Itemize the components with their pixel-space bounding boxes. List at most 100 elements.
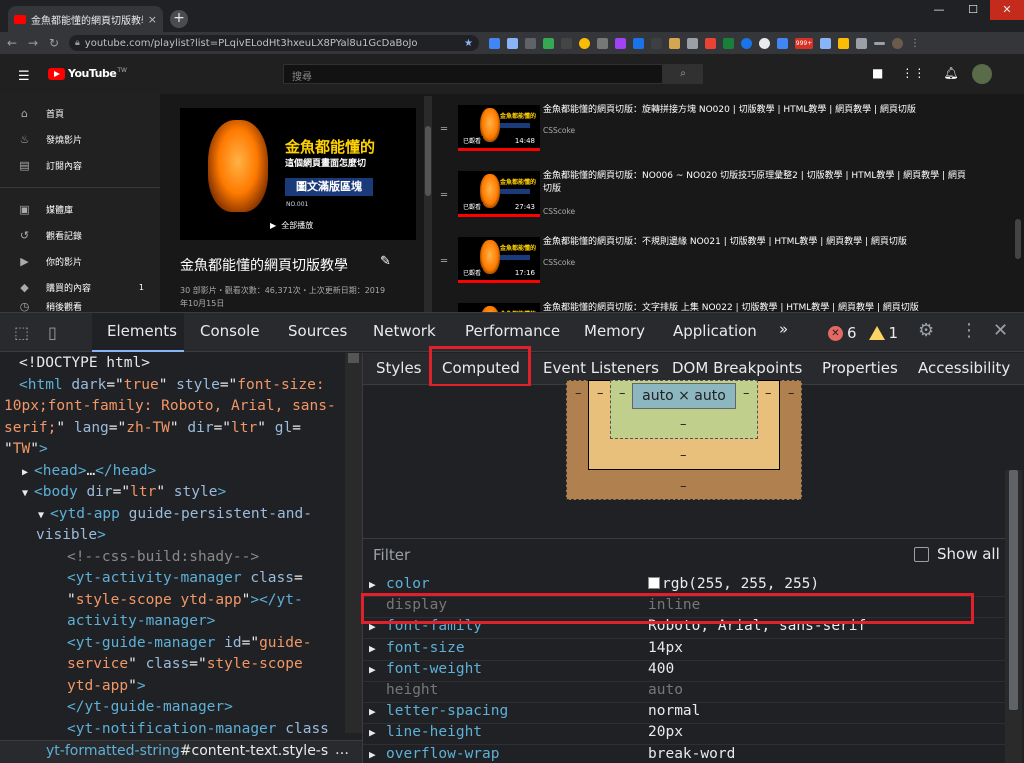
extension-icon[interactable]	[741, 37, 752, 49]
play-all-button[interactable]: ▶ 全部播放	[270, 220, 313, 231]
bookmark-star-icon[interactable]: ★	[464, 38, 473, 49]
expand-arrow-icon[interactable]: ▶	[369, 705, 376, 718]
computed-property-row[interactable]: ▶ letter-spacing normal	[363, 703, 1012, 725]
tab-console[interactable]: Console	[200, 322, 260, 340]
close-devtools-icon[interactable]: ✕	[993, 320, 1008, 341]
tab-performance[interactable]: Performance	[465, 322, 560, 340]
notifications-bell-icon[interactable]: 🔔︎	[943, 66, 958, 80]
guide-item-home[interactable]: ⌂ 首頁	[0, 100, 160, 126]
forward-icon[interactable]: →	[24, 36, 42, 50]
video-title[interactable]: 金魚都能懂的網頁切版：不規則邊緣 NO021 | 切版教學 | HTML教學 |…	[543, 236, 968, 249]
dom-node[interactable]: <html dark="true" style="font-size:	[19, 375, 325, 397]
subtab-properties[interactable]: Properties	[822, 359, 898, 377]
dom-node[interactable]: ▶ <head>…</head>	[22, 461, 156, 484]
subtab-accessibility[interactable]: Accessibility	[918, 359, 1010, 377]
filter-input[interactable]: Filter	[373, 546, 410, 564]
padding-right-value[interactable]: –	[743, 386, 750, 401]
more-tabs-icon[interactable]: »	[779, 320, 788, 338]
breadcrumb-tag[interactable]: yt-formatted-string	[46, 743, 180, 759]
maximize-button[interactable]: ☐	[956, 0, 990, 20]
dom-node[interactable]: <!--css-build:shady-->	[67, 547, 259, 569]
guide-item-purchases[interactable]: ◆ 購買的內容 1	[0, 274, 160, 300]
apps-grid-icon[interactable]: ⋮⋮	[901, 66, 925, 80]
channel-name[interactable]: CSScoke	[543, 207, 575, 216]
dom-node[interactable]: ▼ <ytd-app guide-persistent-and-	[38, 504, 312, 527]
more-options-icon[interactable]: ⋮	[960, 320, 978, 341]
computed-property-row[interactable]: ▶ line-height 20px	[363, 724, 1012, 746]
profile-avatar[interactable]	[892, 37, 903, 49]
edit-pencil-icon[interactable]: ✎	[380, 254, 391, 269]
video-thumbnail[interactable]: 金魚都能懂的 已觀看 27:43	[458, 171, 540, 217]
drag-handle-icon[interactable]: ═	[441, 124, 447, 135]
page-scrollbar[interactable]	[1012, 94, 1024, 312]
extension-icon[interactable]	[507, 37, 518, 49]
search-button[interactable]: ⌕	[663, 64, 703, 84]
breadcrumb-more-icon[interactable]: …	[335, 742, 349, 758]
drag-handle-icon[interactable]: ═	[441, 256, 447, 267]
guide-item-trending[interactable]: ♨ 發燒影片	[0, 126, 160, 152]
margin-bottom-value[interactable]: –	[680, 479, 687, 494]
video-thumbnail[interactable]: 金魚都能懂的 已觀看 14:48	[458, 105, 540, 151]
extension-icon[interactable]	[838, 37, 849, 49]
dom-node[interactable]: <yt-activity-manager class=	[67, 568, 303, 590]
extension-icon[interactable]	[777, 37, 788, 49]
elements-scrollbar[interactable]	[345, 353, 362, 733]
extension-icon[interactable]	[651, 37, 662, 49]
expand-arrow-icon[interactable]: ▶	[369, 642, 376, 655]
subtab-styles[interactable]: Styles	[376, 359, 422, 377]
video-title[interactable]: 金魚都能懂的網頁切版：NO006 ~ NO020 切版技巧原理彙整2 | 切版教…	[543, 170, 968, 196]
guide-item-subscriptions[interactable]: ▤ 訂閱內容	[0, 152, 160, 178]
address-bar[interactable]: 🔒︎ youtube.com/playlist?list=PLqivELodHt…	[69, 35, 479, 51]
account-avatar[interactable]	[972, 64, 992, 84]
guide-item-history[interactable]: ↺ 觀看記錄	[0, 222, 160, 248]
playlist-video-row[interactable]: ═ 金魚都能懂的 已觀看 17:16 金魚都能懂的網頁切版：不規則邊緣 NO021 | …	[432, 228, 1012, 294]
border-right-value[interactable]: –	[765, 386, 772, 401]
extension-icon[interactable]	[615, 37, 626, 49]
computed-property-row[interactable]: ▶ font-weight 400	[363, 661, 1012, 682]
minimize-button[interactable]: —	[922, 0, 956, 20]
guide-item-your-videos[interactable]: ▶ 你的影片	[0, 248, 160, 274]
inspect-element-icon[interactable]: ⬚	[14, 323, 29, 342]
playlist-thumbnail[interactable]: 金魚都能懂的 這個網頁畫面怎麼切 圖文滿版區塊 NO.001 ▶ 全部播放	[180, 108, 416, 240]
window-close-button[interactable]: ✕	[990, 0, 1024, 20]
issues-counter[interactable]: ✕ 6 1	[828, 324, 898, 342]
expand-arrow-icon[interactable]: ▶	[369, 578, 376, 591]
extension-icon[interactable]	[820, 37, 831, 49]
extension-icon[interactable]	[705, 37, 716, 49]
tab-elements[interactable]: Elements	[107, 322, 177, 340]
extension-icon[interactable]	[723, 37, 734, 49]
dom-node[interactable]: <yt-notification-manager class	[67, 719, 329, 741]
youtube-logo[interactable]: YouTube TW	[48, 67, 127, 80]
extension-icon[interactable]	[561, 37, 572, 49]
breadcrumb-rest[interactable]: #content-text.style-s	[180, 743, 328, 759]
guide-item-library[interactable]: ▣ 媒體庫	[0, 196, 160, 222]
tab-memory[interactable]: Memory	[584, 322, 645, 340]
extension-icon[interactable]	[687, 37, 698, 49]
padding-left-value[interactable]: –	[619, 386, 626, 401]
reload-icon[interactable]: ↻	[45, 36, 63, 50]
video-title[interactable]: 金魚都能懂的網頁切版：旋轉拼接方塊 NO020 | 切版教學 | HTML教學 …	[543, 104, 968, 117]
playlist-video-row[interactable]: ═ 金魚都能懂的 已觀看 14:48 金魚都能懂的網頁切版：旋轉拼接方塊 NO020 |…	[432, 96, 1012, 162]
browser-tab[interactable]: 金魚都能懂的網頁切版教學 - You ×	[8, 6, 163, 32]
dom-node[interactable]: ▼ <body dir="ltr" style>	[22, 482, 226, 505]
dom-node[interactable]: <!DOCTYPE html>	[19, 353, 150, 375]
border-bottom-value[interactable]: –	[680, 448, 687, 463]
extension-icon[interactable]	[525, 37, 536, 49]
extension-icon[interactable]	[597, 37, 608, 49]
border-left-value[interactable]: –	[597, 386, 604, 401]
search-input[interactable]: 搜尋	[283, 64, 663, 84]
extension-icon[interactable]	[489, 37, 500, 49]
drag-handle-icon[interactable]: ═	[441, 190, 447, 201]
subtab-event-listeners[interactable]: Event Listeners	[543, 359, 659, 377]
computed-property-row[interactable]: ▶ overflow-wrap break-word	[363, 746, 1012, 763]
tab-network[interactable]: Network	[373, 322, 436, 340]
video-title[interactable]: 金魚都能懂的網頁切版：文字排版 上集 NO022 | 切版教學 | HTML教學…	[543, 302, 968, 312]
playlist-header-scrollbar[interactable]	[424, 96, 432, 312]
tab-application[interactable]: Application	[673, 322, 757, 340]
puzzle-icon[interactable]	[856, 37, 867, 49]
playlist-video-row[interactable]: ═金魚都能懂的金魚都能懂的網頁切版：文字排版 上集 NO022 | 切版教學 |…	[432, 294, 1012, 312]
margin-left-value[interactable]: –	[575, 386, 582, 401]
channel-name[interactable]: CSScoke	[543, 258, 575, 267]
box-model-content[interactable]: auto × auto	[632, 383, 736, 409]
video-thumbnail[interactable]: 金魚都能懂的	[458, 303, 540, 312]
